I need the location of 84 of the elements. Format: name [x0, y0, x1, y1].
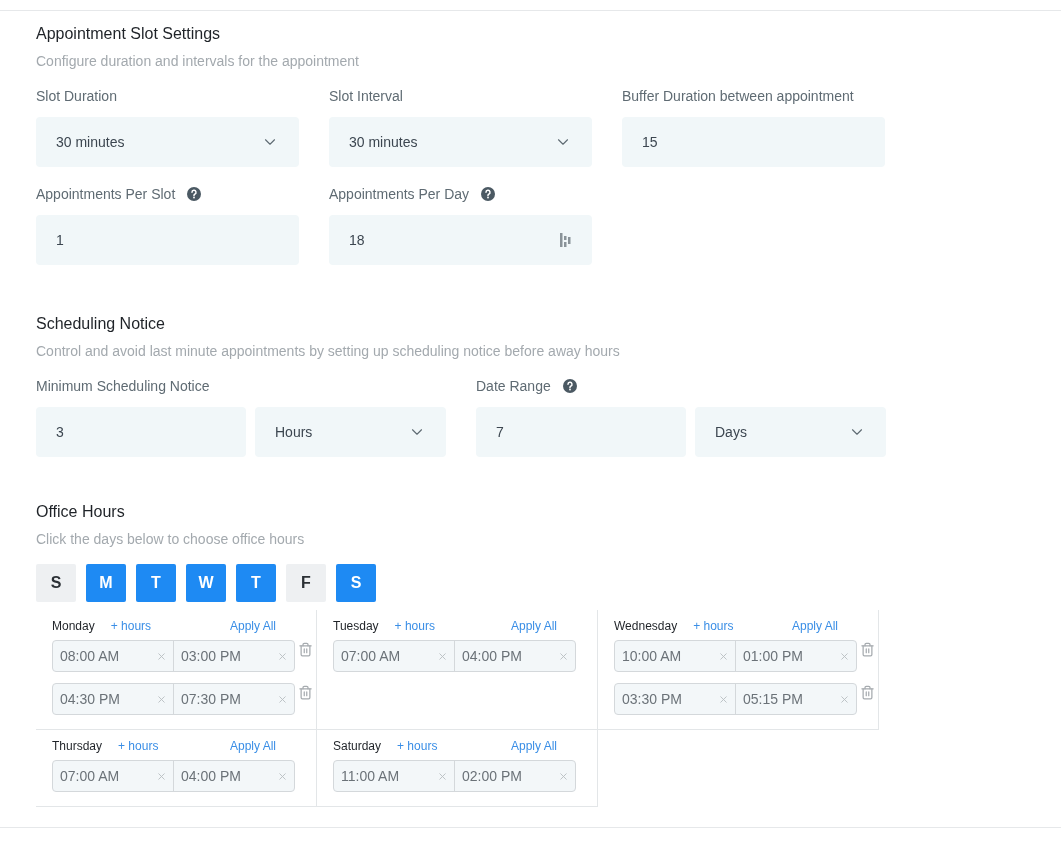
field-label: Date Range: [476, 376, 551, 396]
add-hours-link[interactable]: + hours: [118, 737, 159, 755]
clear-icon[interactable]: [277, 770, 288, 782]
apply-all-link[interactable]: Apply All: [510, 737, 557, 755]
time-value: 04:30 PM: [60, 689, 120, 709]
delete-icon[interactable]: [860, 685, 875, 700]
add-hours-link[interactable]: + hours: [693, 617, 734, 635]
apply-all-link[interactable]: Apply All: [229, 617, 276, 635]
weekday-toggle[interactable]: T: [236, 564, 276, 602]
apply-all-link[interactable]: Apply All: [791, 617, 838, 635]
weekday-toggle[interactable]: W: [186, 564, 226, 602]
weekday-toggle[interactable]: M: [86, 564, 126, 602]
time-value: 03:00 PM: [181, 646, 241, 666]
clear-icon[interactable]: [558, 770, 569, 782]
time-value: 07:00 AM: [341, 646, 401, 666]
section-title: Appointment Slot Settings: [36, 24, 222, 44]
input-field[interactable]: 15: [622, 117, 885, 167]
field-label: Appointments Per Slot: [36, 184, 176, 204]
clear-icon[interactable]: [156, 770, 167, 782]
field-label: Slot Interval: [329, 86, 403, 106]
section-description: Configure duration and intervals for the appointment: [36, 52, 360, 71]
clear-icon[interactable]: [558, 650, 569, 662]
clear-icon[interactable]: [277, 650, 288, 662]
input-field[interactable]: 1: [36, 215, 299, 265]
weekday-toggle[interactable]: S: [336, 564, 376, 602]
clear-icon[interactable]: [839, 650, 850, 662]
add-hours-link[interactable]: + hours: [394, 617, 435, 635]
clear-icon[interactable]: [839, 693, 850, 705]
time-range-field[interactable]: 11:00 AM 02:00 PM: [333, 760, 576, 792]
add-hours-link[interactable]: + hours: [397, 737, 438, 755]
time-value: 04:00 PM: [181, 766, 241, 786]
clear-icon[interactable]: [437, 770, 448, 782]
add-hours-link[interactable]: + hours: [110, 617, 152, 635]
apply-all-link[interactable]: Apply All: [510, 617, 557, 635]
field-label: Buffer Duration between appointment: [622, 86, 854, 106]
input-field[interactable]: 3: [36, 407, 246, 457]
time-value: 02:00 PM: [462, 766, 522, 786]
clear-icon[interactable]: [156, 650, 167, 662]
time-range-field[interactable]: 07:00 AM 04:00 PM: [52, 760, 295, 792]
clear-icon[interactable]: [437, 650, 448, 662]
field-label: Appointments Per Day: [329, 184, 470, 204]
time-range-field[interactable]: 10:00 AM 01:00 PM: [614, 640, 857, 672]
time-range-field[interactable]: 07:00 AM 04:00 PM: [333, 640, 576, 672]
time-value: 01:00 PM: [743, 646, 803, 666]
select-field[interactable]: 30 minutes: [36, 117, 299, 167]
section-title: Scheduling Notice: [36, 314, 166, 334]
time-range-field[interactable]: 08:00 AM 03:00 PM: [52, 640, 295, 672]
input-field[interactable]: 7: [476, 407, 686, 457]
delete-icon[interactable]: [860, 642, 875, 657]
day-name: Monday: [52, 618, 95, 635]
clear-icon[interactable]: [718, 693, 729, 705]
delete-icon[interactable]: [298, 642, 313, 657]
day-name: Tuesday: [333, 618, 379, 635]
day-name: Saturday: [333, 738, 382, 755]
time-value: 07:30 PM: [181, 689, 241, 709]
time-value: 04:00 PM: [462, 646, 522, 666]
field-label: Slot Duration: [36, 86, 117, 106]
section-description: Control and avoid last minute appointments by setting up scheduling notice before away hours: [36, 342, 621, 361]
weekday-toggle[interactable]: F: [286, 564, 326, 602]
time-value: 11:00 AM: [341, 766, 400, 786]
time-value: 08:00 AM: [60, 646, 120, 666]
section-description: Click the days below to choose office hours: [36, 530, 306, 549]
clear-icon[interactable]: [277, 693, 288, 705]
delete-icon[interactable]: [298, 685, 313, 700]
section-title: Office Hours: [36, 502, 126, 522]
input-field[interactable]: 18: [329, 215, 592, 265]
bars-icon: [560, 233, 572, 247]
clear-icon[interactable]: [718, 650, 729, 662]
time-value: 03:30 PM: [622, 689, 682, 709]
day-name: Thursday: [52, 738, 103, 755]
field-label: Minimum Scheduling Notice: [36, 376, 210, 396]
weekday-toggle[interactable]: S: [36, 564, 76, 602]
clear-icon[interactable]: [156, 693, 167, 705]
day-name: Wednesday: [614, 618, 678, 635]
select-field[interactable]: Days: [695, 407, 886, 457]
time-range-field[interactable]: 03:30 PM 05:15 PM: [614, 683, 857, 715]
select-field[interactable]: Hours: [255, 407, 446, 457]
select-field[interactable]: 30 minutes: [329, 117, 592, 167]
apply-all-link[interactable]: Apply All: [229, 737, 276, 755]
weekday-toggle[interactable]: T: [136, 564, 176, 602]
time-range-field[interactable]: 04:30 PM 07:30 PM: [52, 683, 295, 715]
time-value: 10:00 AM: [622, 646, 682, 666]
time-value: 05:15 PM: [743, 689, 803, 709]
time-value: 07:00 AM: [60, 766, 120, 786]
